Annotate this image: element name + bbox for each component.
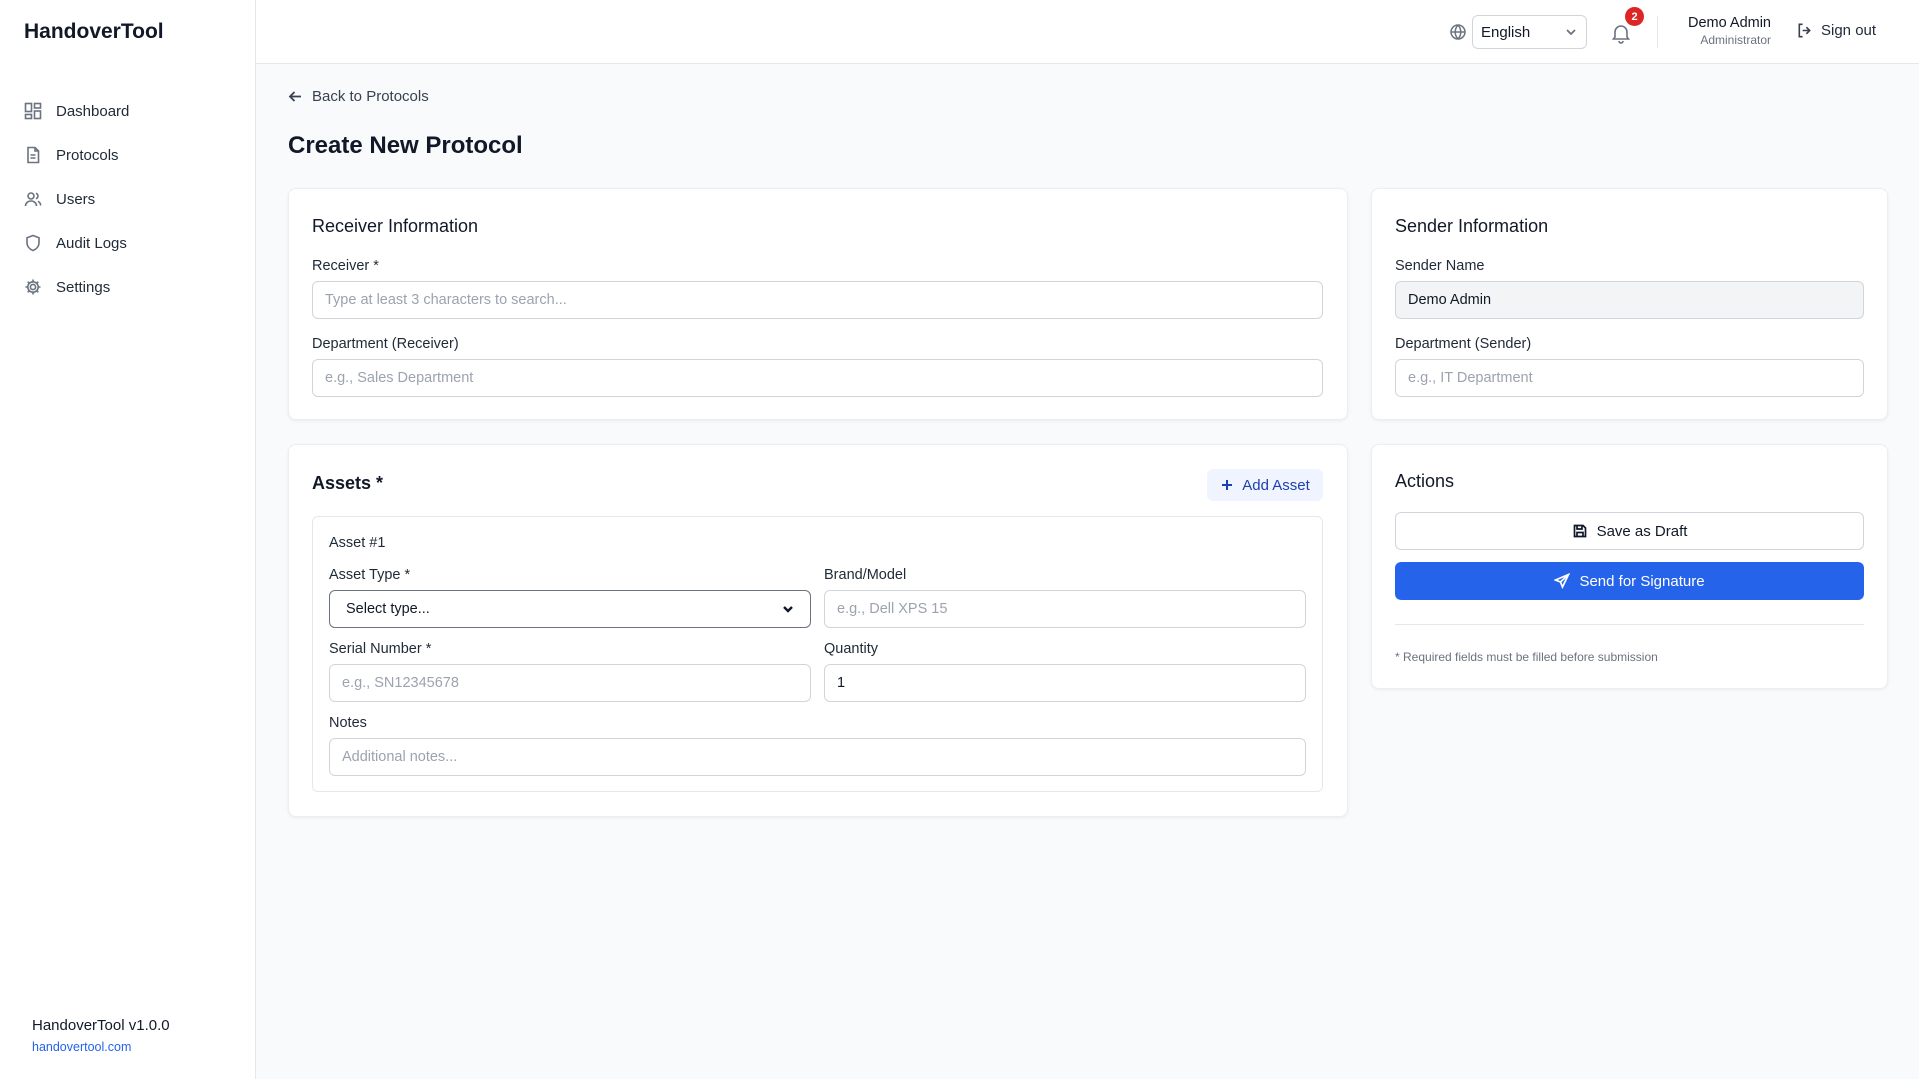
required-fields-note: * Required fields must be filled before … (1395, 650, 1658, 664)
sidebar-item-label: Users (56, 190, 96, 208)
chevron-down-icon (783, 606, 793, 613)
app-logo[interactable]: HandoverTool (24, 20, 164, 44)
sidebar-item-audit-logs[interactable]: Audit Logs (24, 221, 129, 265)
sign-out-icon (1798, 23, 1811, 38)
add-asset-button[interactable]: Add Asset (1207, 469, 1323, 501)
document-icon (27, 146, 40, 164)
notes-label: Notes (329, 715, 367, 731)
app-version: HandoverTool v1.0.0 (32, 1017, 170, 1034)
receiver-department-label: Department (Receiver) (312, 336, 459, 352)
save-draft-button[interactable]: Save as Draft (1395, 512, 1864, 550)
dashboard-icon (24, 102, 42, 120)
sender-department-label: Department (Sender) (1395, 336, 1532, 352)
asset-type-select[interactable]: Select type... (329, 590, 811, 628)
brand-model-input[interactable] (824, 590, 1306, 628)
user-name: Demo Admin (1687, 15, 1771, 31)
sidebar-item-label: Settings (56, 278, 111, 296)
notifications-button[interactable]: 2 (1607, 7, 1644, 47)
receiver-label: Receiver * (312, 258, 379, 274)
back-link-label: Back to Protocols (312, 88, 429, 105)
assets-card-title: Assets * (312, 473, 384, 493)
receiver-card: Receiver Information Receiver * Departme… (288, 188, 1348, 420)
save-icon (1573, 524, 1586, 538)
arrow-left-icon (288, 91, 301, 102)
gear-icon (25, 279, 41, 295)
receiver-department-input[interactable] (312, 359, 1323, 397)
globe-icon (1450, 24, 1466, 40)
notification-badge: 2 (1625, 7, 1644, 26)
sign-out-label: Sign out (1821, 22, 1877, 39)
users-icon (24, 192, 42, 207)
add-asset-label: Add Asset (1242, 476, 1310, 494)
plus-icon (1222, 480, 1233, 490)
sidebar-nav: Dashboard Protocols Users Audit Logs Set… (24, 89, 129, 309)
save-draft-label: Save as Draft (1596, 522, 1688, 540)
send-icon (1554, 573, 1571, 589)
sidebar-item-users[interactable]: Users (24, 177, 129, 221)
asset-heading: Asset #1 (329, 535, 386, 551)
quantity-label: Quantity (824, 641, 878, 657)
sidebar-item-settings[interactable]: Settings (24, 265, 129, 309)
sender-name-input[interactable] (1395, 281, 1864, 319)
sender-name-label: Sender Name (1395, 258, 1485, 274)
actions-card-title: Actions (1395, 471, 1455, 491)
sidebar-footer: HandoverTool v1.0.0 handovertool.com (32, 1017, 170, 1054)
sender-department-input[interactable] (1395, 359, 1864, 397)
notes-input[interactable] (329, 738, 1306, 776)
sidebar-item-label: Protocols (56, 146, 119, 164)
sidebar: HandoverTool Dashboard Protocols Users A… (0, 0, 256, 1079)
sign-out-button[interactable]: Sign out (1796, 22, 1876, 39)
language-select[interactable]: English (1472, 15, 1587, 49)
send-for-signature-label: Send for Signature (1579, 572, 1705, 590)
sender-card: Sender Information Sender Name Departmen… (1371, 188, 1888, 420)
top-bar: English 2 Demo Admin Administrator Sign … (256, 0, 1919, 64)
send-for-signature-button[interactable]: Send for Signature (1395, 562, 1864, 600)
sender-card-title: Sender Information (1395, 216, 1549, 236)
website-link[interactable]: handovertool.com (32, 1040, 170, 1054)
user-menu[interactable]: Demo Admin Administrator (1676, 15, 1771, 47)
asset-item: Asset #1 Asset Type * Select type... Bra… (312, 516, 1323, 792)
receiver-search-input[interactable] (312, 281, 1323, 319)
actions-divider (1395, 624, 1864, 625)
chevron-down-icon (1566, 29, 1576, 36)
receiver-card-title: Receiver Information (312, 216, 479, 236)
quantity-input[interactable] (824, 664, 1306, 702)
user-role: Administrator (1700, 33, 1771, 47)
brand-model-label: Brand/Model (824, 567, 907, 583)
serial-number-label: Serial Number * (329, 641, 432, 657)
sidebar-item-dashboard[interactable]: Dashboard (24, 89, 129, 133)
sidebar-item-protocols[interactable]: Protocols (24, 133, 129, 177)
asset-type-label: Asset Type * (329, 567, 411, 583)
asset-type-value: Select type... (346, 601, 430, 617)
back-to-protocols-link[interactable]: Back to Protocols (288, 88, 429, 105)
header-divider (1657, 16, 1658, 48)
sidebar-item-label: Dashboard (56, 102, 130, 120)
shield-icon (26, 234, 40, 252)
language-select-value: English (1481, 23, 1531, 41)
page-title: Create New Protocol (288, 132, 523, 159)
sidebar-item-label: Audit Logs (56, 234, 127, 252)
serial-number-input[interactable] (329, 664, 811, 702)
